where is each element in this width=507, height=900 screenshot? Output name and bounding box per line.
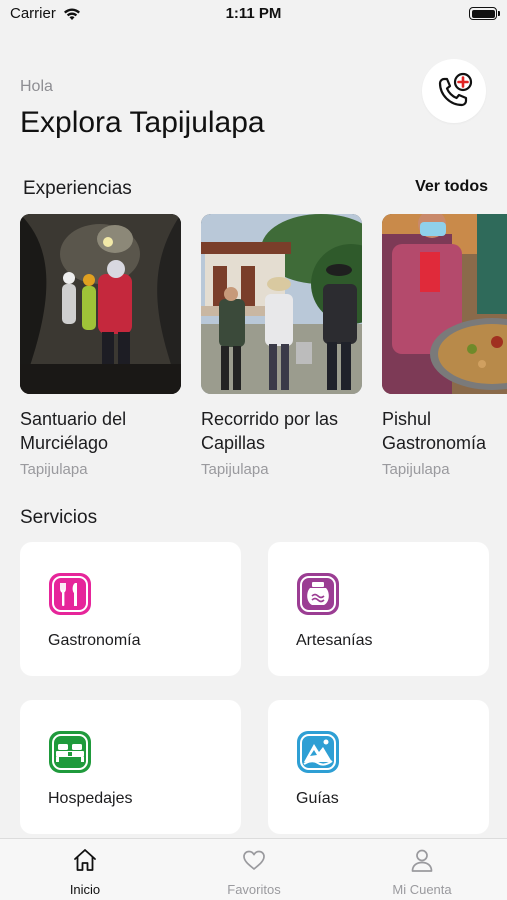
beds-icon — [48, 730, 92, 774]
status-bar: Carrier 1:11 PM — [0, 0, 507, 28]
heart-icon — [243, 850, 265, 870]
experience-name-line: Recorrido por las — [201, 409, 339, 429]
pottery-icon — [296, 572, 340, 616]
phone-plus-icon — [438, 72, 473, 107]
tab-bar: Inicio Favoritos Mi Cuenta — [0, 838, 507, 900]
experience-card[interactable]: Recorrido por las Capillas Tapijulapa — [201, 214, 362, 478]
service-card-hospedajes[interactable]: Hospedajes — [20, 700, 241, 834]
tab-inicio[interactable]: Inicio — [25, 847, 145, 897]
experience-image — [382, 214, 507, 394]
experience-location: Tapijulapa — [201, 461, 269, 478]
tab-mi-cuenta[interactable]: Mi Cuenta — [362, 847, 482, 897]
experience-card[interactable]: Santuario del Murciélago Tapijulapa — [20, 214, 181, 478]
experience-location: Tapijulapa — [382, 461, 450, 478]
service-label: Gastronomía — [48, 632, 141, 649]
battery-icon — [469, 7, 500, 20]
see-all-link[interactable]: Ver todos — [415, 178, 488, 196]
tab-favoritos[interactable]: Favoritos — [194, 847, 314, 897]
experience-name: Pishul Gastronomía — [382, 407, 507, 455]
user-icon — [411, 849, 433, 872]
page-title: Explora Tapijulapa — [20, 106, 265, 139]
service-label: Artesanías — [296, 632, 373, 649]
utensils-icon — [48, 572, 92, 616]
greeting: Hola — [20, 78, 53, 95]
experience-name-line: Pishul — [382, 409, 432, 429]
service-label: Hospedajes — [48, 790, 133, 807]
services-title: Servicios — [20, 507, 98, 528]
experience-image — [201, 214, 362, 394]
experience-name: Santuario del Murciélago — [20, 407, 181, 455]
experience-image — [20, 214, 181, 394]
tab-label: Favoritos — [227, 882, 281, 897]
experience-name-line: Murciélago — [20, 433, 109, 453]
experience-name: Recorrido por las Capillas — [201, 407, 362, 455]
mountain-icon — [296, 730, 340, 774]
service-label: Guías — [296, 790, 339, 807]
experience-name-line: Santuario del — [20, 409, 127, 429]
service-card-gastronomia[interactable]: Gastronomía — [20, 542, 241, 676]
experiences-title: Experiencias — [23, 178, 132, 199]
clock: 1:11 PM — [225, 5, 282, 22]
screen: Carrier 1:11 PM Hola Explora Tapijulapa … — [0, 0, 507, 900]
home-icon — [74, 849, 96, 871]
experience-name-line: Capillas — [201, 433, 266, 453]
tab-label: Mi Cuenta — [392, 882, 452, 897]
service-card-guias[interactable]: Guías — [268, 700, 489, 834]
service-card-artesanias[interactable]: Artesanías — [268, 542, 489, 676]
experience-card[interactable]: Pishul Gastronomía Tapijulapa — [382, 214, 507, 478]
experience-name-line: Gastronomía — [382, 433, 487, 453]
tab-label: Inicio — [69, 882, 101, 897]
emergency-call-button[interactable] — [422, 59, 486, 123]
experience-location: Tapijulapa — [20, 461, 88, 478]
